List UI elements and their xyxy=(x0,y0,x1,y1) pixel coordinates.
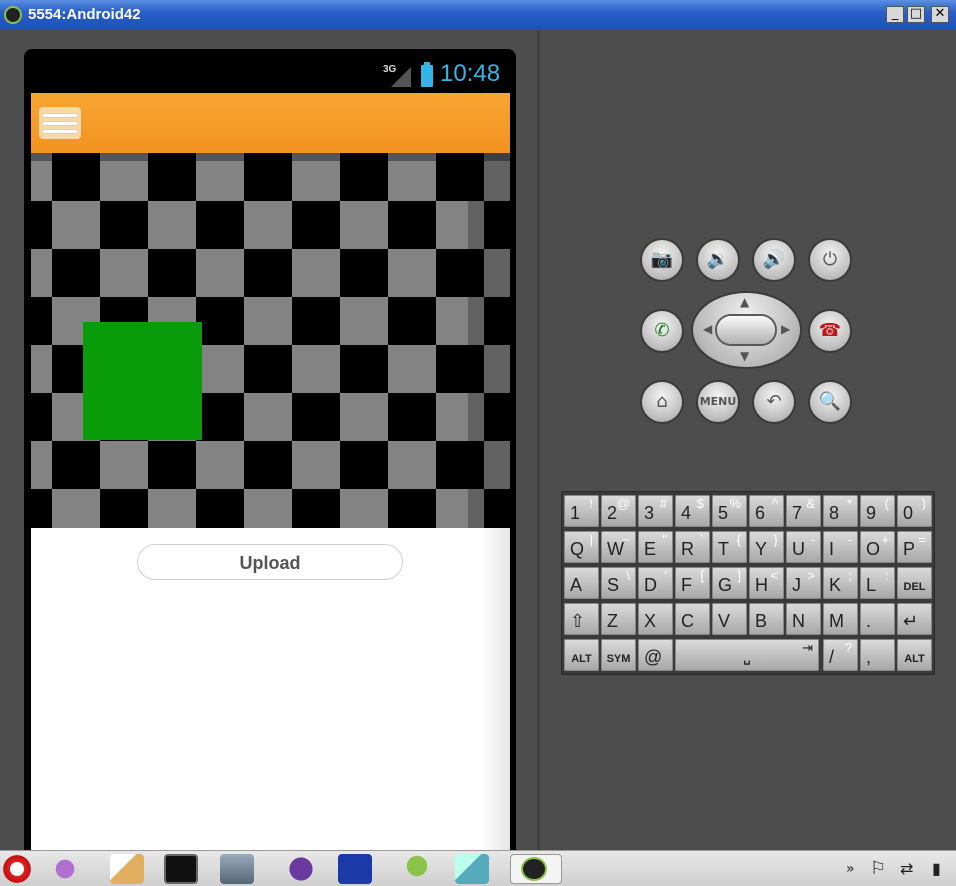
notes-icon[interactable] xyxy=(455,854,489,884)
key-c[interactable]: C xyxy=(675,603,710,635)
key-e[interactable]: E " xyxy=(638,531,673,563)
key-6[interactable]: 6 ^ xyxy=(749,495,784,527)
android-sdk-icon[interactable] xyxy=(400,854,434,884)
key-n[interactable]: N xyxy=(786,603,821,635)
dpad[interactable]: ▲ ▼ ◀ ▶ xyxy=(693,293,800,367)
key-k[interactable]: K; xyxy=(823,567,858,599)
flag-icon[interactable]: ⚐ xyxy=(870,858,886,879)
key-m[interactable]: M xyxy=(823,603,858,635)
notepad-icon[interactable] xyxy=(110,854,144,884)
key-sym[interactable]: SYM xyxy=(601,639,636,671)
key-7[interactable]: 7 & xyxy=(786,495,821,527)
power-icon[interactable]: ⏻ xyxy=(810,240,850,280)
call-icon[interactable]: ✆ xyxy=(642,311,682,351)
green-square[interactable] xyxy=(83,322,202,440)
signal-icon[interactable]: ▮ xyxy=(932,859,941,878)
web-icon[interactable] xyxy=(338,854,372,884)
key-space[interactable]: ␣ ⇥ xyxy=(675,639,819,671)
minimize-button[interactable]: _ xyxy=(886,6,904,23)
content-area: Upload xyxy=(31,528,510,850)
menu-button[interactable]: MENU xyxy=(698,382,738,422)
key-v[interactable]: V xyxy=(712,603,747,635)
network-icon[interactable] xyxy=(220,854,254,884)
upload-button[interactable]: Upload xyxy=(137,544,403,580)
key-period[interactable]: . xyxy=(860,603,895,635)
window-titlebar: 5554:Android42 _ □ ✕ xyxy=(0,0,956,30)
end-call-icon[interactable]: ☎ xyxy=(810,311,850,351)
key-j[interactable]: J > xyxy=(786,567,821,599)
key-4[interactable]: 4 $ xyxy=(675,495,710,527)
dpad-up-icon[interactable]: ▲ xyxy=(740,295,749,309)
dpad-left-icon[interactable]: ◀ xyxy=(703,322,712,336)
key-w[interactable]: W ~ xyxy=(601,531,636,563)
key-1[interactable]: 1! xyxy=(564,495,599,527)
back-icon[interactable]: ↶ xyxy=(754,382,794,422)
key-o[interactable]: O + xyxy=(860,531,895,563)
opera-icon[interactable] xyxy=(0,854,34,884)
android-emulator-icon xyxy=(4,6,22,24)
key-d[interactable]: D ' xyxy=(638,567,673,599)
status-clock: 10:48 xyxy=(440,60,501,87)
tray-chevron-icon[interactable]: » xyxy=(846,861,855,877)
key-x[interactable]: X xyxy=(638,603,673,635)
device-screen: 3G 10:48 Upload xyxy=(24,49,516,850)
status-bar: 3G 10:48 xyxy=(31,57,510,93)
key-u[interactable]: U- xyxy=(786,531,821,563)
volume-up-icon[interactable]: 🔊 xyxy=(754,240,794,280)
pidgin-icon[interactable] xyxy=(48,854,82,884)
close-button[interactable]: ✕ xyxy=(931,6,949,23)
key-q[interactable]: Q | xyxy=(564,531,599,563)
key-i[interactable]: I- xyxy=(823,531,858,563)
key-b[interactable]: B xyxy=(749,603,784,635)
action-bar xyxy=(31,93,510,153)
key-f[interactable]: F[ xyxy=(675,567,710,599)
key-2[interactable]: 2 @ xyxy=(601,495,636,527)
panel-divider xyxy=(537,30,540,850)
key-at[interactable]: @ xyxy=(638,639,673,671)
key-g[interactable]: G] xyxy=(712,567,747,599)
signal-icon xyxy=(391,67,411,87)
key-s[interactable]: S \ xyxy=(601,567,636,599)
key-r[interactable]: R ` xyxy=(675,531,710,563)
checkerboard-canvas[interactable] xyxy=(31,153,510,528)
camera-icon[interactable]: 📷 xyxy=(642,240,682,280)
key-3[interactable]: 3 # xyxy=(638,495,673,527)
search-icon[interactable]: 🔍 xyxy=(810,382,850,422)
key-8[interactable]: 8 * xyxy=(823,495,858,527)
key-5[interactable]: 5% xyxy=(712,495,747,527)
sync-icon[interactable]: ⇄ xyxy=(900,859,913,878)
battery-icon xyxy=(421,62,433,87)
key-delete[interactable]: DEL xyxy=(897,567,932,599)
key-p[interactable]: P = xyxy=(897,531,932,563)
key-alt-right[interactable]: ALT xyxy=(897,639,932,671)
emulator-window: 3G 10:48 Upload 📷 🔉 🔊 ⏻ ✆ ▲ ▼ ◀ ▶ ☎ ⌂ ME… xyxy=(0,30,956,850)
key-y[interactable]: Y} xyxy=(749,531,784,563)
home-icon[interactable]: ⌂ xyxy=(642,382,682,422)
key-z[interactable]: Z xyxy=(601,603,636,635)
key-a[interactable]: A xyxy=(564,567,599,599)
maximize-button[interactable]: □ xyxy=(907,6,925,23)
hamburger-menu-icon[interactable] xyxy=(39,107,81,139)
key-shift[interactable]: ⇧ xyxy=(564,603,599,635)
cmd-icon[interactable] xyxy=(164,854,198,884)
taskbar: » ⚐ ⇄ ▮ xyxy=(0,850,956,886)
window-title: 5554:Android42 xyxy=(28,6,141,23)
key-t[interactable]: T{ xyxy=(712,531,747,563)
key-l[interactable]: L: xyxy=(860,567,895,599)
key-0[interactable]: 0) xyxy=(897,495,932,527)
dpad-down-icon[interactable]: ▼ xyxy=(740,349,749,363)
key-slash[interactable]: /? xyxy=(823,639,858,671)
key-comma[interactable]: , xyxy=(860,639,895,671)
key-h[interactable]: H < xyxy=(749,567,784,599)
key-9[interactable]: 9( xyxy=(860,495,895,527)
hardware-keyboard: 1! 2 @3 #4 $5% 6 ^ 7 & 8 * 9(0) Q | W ~ E " R ` T{Y} U - I - O + P =… xyxy=(561,491,935,675)
dpad-right-icon[interactable]: ▶ xyxy=(781,322,790,336)
eclipse-icon[interactable] xyxy=(284,854,318,884)
key-enter[interactable]: ↵ xyxy=(897,603,932,635)
key-alt-left[interactable]: ALT xyxy=(564,639,599,671)
android-emulator-icon[interactable] xyxy=(510,854,562,884)
dpad-center-button[interactable] xyxy=(717,316,775,344)
volume-down-icon[interactable]: 🔉 xyxy=(698,240,738,280)
